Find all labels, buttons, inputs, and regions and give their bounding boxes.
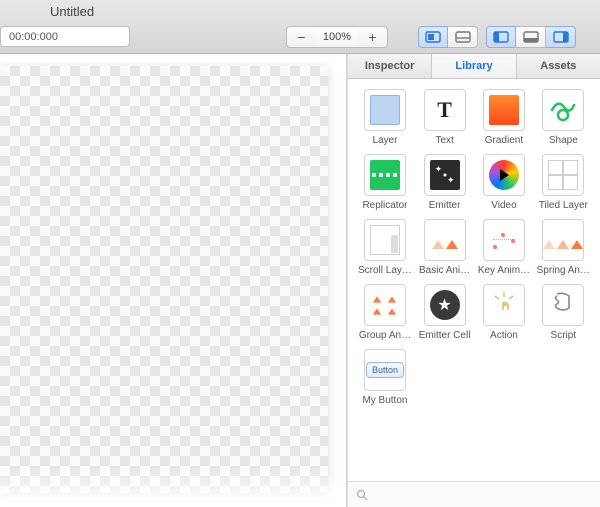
library-item-label: Video — [491, 200, 516, 211]
view-mode-segmented — [418, 26, 478, 48]
panel-bottom-button[interactable] — [516, 26, 546, 48]
custom-button-icon: Button — [364, 349, 406, 391]
library-search — [348, 481, 600, 507]
search-icon — [356, 489, 368, 501]
tab-inspector[interactable]: Inspector — [348, 54, 432, 78]
library-item-spring-anim[interactable]: Spring An… — [537, 219, 590, 276]
gradient-icon — [483, 89, 525, 131]
layer-icon — [364, 89, 406, 131]
library-item-tiled-layer[interactable]: Tiled Layer — [537, 154, 590, 211]
library-item-label: Scroll Lay… — [358, 265, 412, 276]
library-grid: Layer T Text Gradient Shape — [348, 79, 600, 481]
script-icon — [542, 284, 584, 326]
library-item-key-anim[interactable]: Key Anim… — [477, 219, 530, 276]
library-item-label: Text — [435, 135, 453, 146]
library-item-emitter[interactable]: Emitter — [418, 154, 471, 211]
library-item-label: Shape — [549, 135, 578, 146]
library-search-input[interactable] — [374, 489, 592, 501]
zoom-percent[interactable]: 100% — [316, 26, 358, 48]
view-mode-canvas-button[interactable] — [418, 26, 448, 48]
panel-left-button[interactable] — [486, 26, 516, 48]
library-item-script[interactable]: Script — [537, 284, 590, 341]
library-item-label: Gradient — [485, 135, 523, 146]
group-anim-icon — [364, 284, 406, 326]
library-item-group-anim[interactable]: Group An… — [358, 284, 412, 341]
library-item-layer[interactable]: Layer — [358, 89, 412, 146]
panel-layout-segmented — [486, 26, 576, 48]
library-item-label: Layer — [372, 135, 397, 146]
panel-tabs: Inspector Library Assets — [348, 54, 600, 79]
zoom-control: − 100% + — [286, 26, 388, 48]
library-item-action[interactable]: Action — [477, 284, 530, 341]
transparent-canvas — [0, 66, 328, 493]
library-item-label: Emitter Cell — [419, 330, 471, 341]
canvas-viewport[interactable] — [0, 54, 347, 507]
right-panel: Inspector Library Assets Layer T Text Gr… — [347, 54, 600, 507]
library-item-label: Group An… — [359, 330, 411, 341]
toolbar: Untitled 00:00:000 − 100% + — [0, 0, 600, 54]
emitter-cell-icon: ★ — [424, 284, 466, 326]
spring-anim-icon — [542, 219, 584, 261]
library-item-label: Replicator — [362, 200, 407, 211]
zoom-out-button[interactable]: − — [286, 26, 316, 48]
library-item-label: Basic Ani… — [419, 265, 470, 276]
library-item-label: Emitter — [429, 200, 461, 211]
view-mode-timeline-button[interactable] — [448, 26, 478, 48]
shape-icon — [542, 89, 584, 131]
main-area: Inspector Library Assets Layer T Text Gr… — [0, 54, 600, 507]
app-window: Untitled 00:00:000 − 100% + — [0, 0, 600, 507]
key-anim-icon — [483, 219, 525, 261]
library-item-label: Tiled Layer — [539, 200, 588, 211]
emitter-icon — [424, 154, 466, 196]
library-item-label: My Button — [362, 395, 407, 406]
panel-right-button[interactable] — [546, 26, 576, 48]
library-item-gradient[interactable]: Gradient — [477, 89, 530, 146]
action-icon — [483, 284, 525, 326]
tiled-layer-icon — [542, 154, 584, 196]
library-item-video[interactable]: Video — [477, 154, 530, 211]
document-title: Untitled — [50, 4, 94, 19]
library-item-text[interactable]: T Text — [418, 89, 471, 146]
scroll-layer-icon — [364, 219, 406, 261]
library-item-label: Spring An… — [537, 265, 590, 276]
text-icon: T — [424, 89, 466, 131]
replicator-icon — [364, 154, 406, 196]
library-item-shape[interactable]: Shape — [537, 89, 590, 146]
basic-anim-icon — [424, 219, 466, 261]
zoom-in-button[interactable]: + — [358, 26, 388, 48]
library-item-basic-anim[interactable]: Basic Ani… — [418, 219, 471, 276]
tab-library[interactable]: Library — [432, 54, 516, 78]
library-item-scroll-layer[interactable]: Scroll Lay… — [358, 219, 412, 276]
tab-assets[interactable]: Assets — [517, 54, 600, 78]
library-item-emitter-cell[interactable]: ★ Emitter Cell — [418, 284, 471, 341]
video-icon — [483, 154, 525, 196]
library-item-label: Script — [551, 330, 577, 341]
library-item-label: Key Anim… — [478, 265, 530, 276]
library-item-my-button[interactable]: Button My Button — [358, 349, 412, 406]
timecode-field[interactable]: 00:00:000 — [0, 26, 130, 47]
library-item-label: Action — [490, 330, 518, 341]
library-item-replicator[interactable]: Replicator — [358, 154, 412, 211]
